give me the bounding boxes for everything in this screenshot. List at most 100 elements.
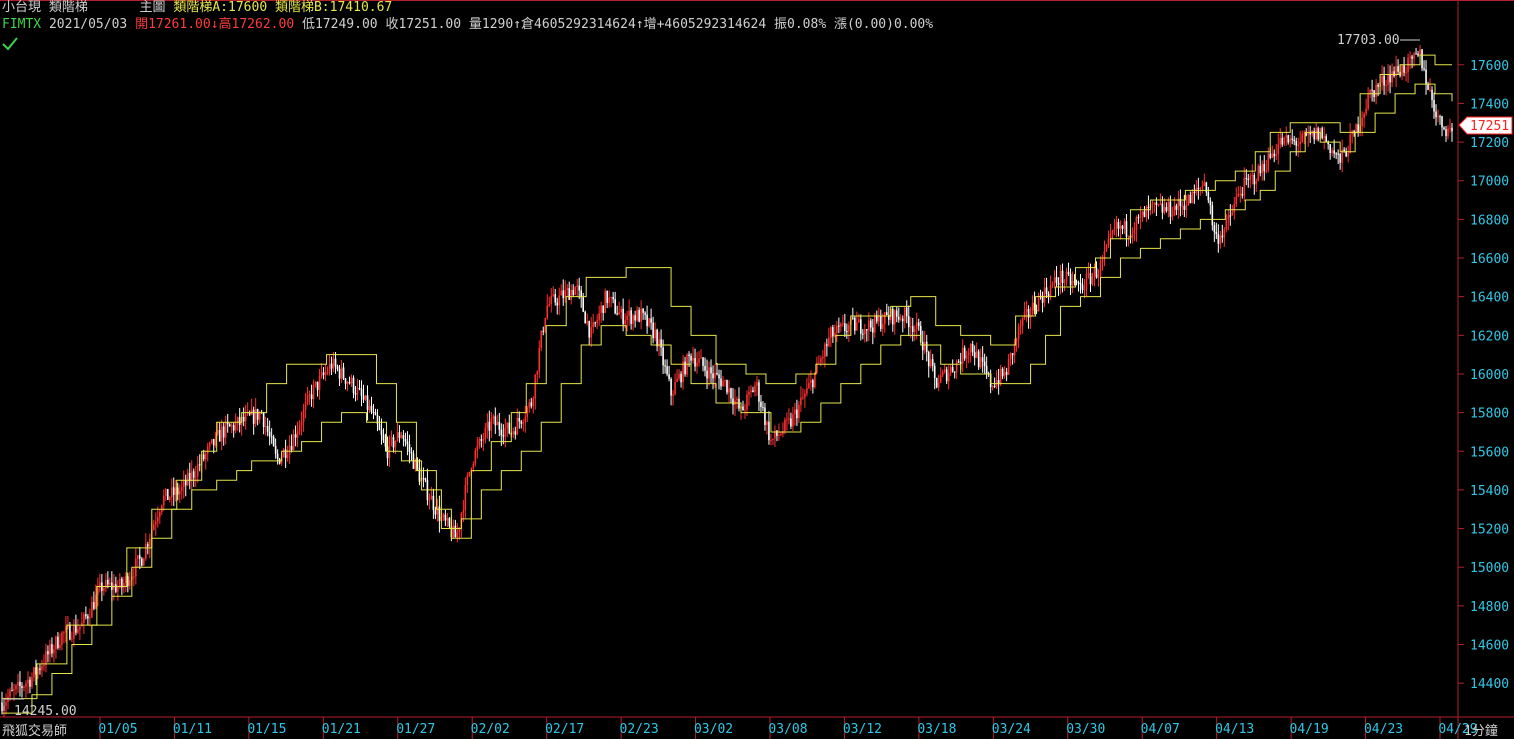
candle-body [921, 342, 924, 351]
candle-body [844, 323, 846, 332]
candle-body [744, 409, 746, 411]
candle-body [304, 402, 307, 410]
candle-body [1241, 193, 1244, 196]
candle-body [546, 305, 549, 318]
candle-body [478, 439, 481, 446]
candle-body [883, 312, 886, 325]
candle-body [1127, 235, 1130, 237]
candle-body [1315, 128, 1317, 140]
price-tick-label: 17200 [1470, 136, 1509, 151]
candle-body [967, 352, 970, 356]
candle-body [1091, 276, 1094, 285]
candle-body [532, 398, 535, 407]
candle-body [340, 367, 343, 379]
candle-body [951, 367, 954, 372]
candle-body [652, 322, 654, 339]
candle-body [494, 416, 497, 426]
candle-body [572, 289, 575, 295]
candle-body [1267, 153, 1270, 171]
candle-body [430, 495, 433, 500]
candle-body [1325, 136, 1327, 142]
candle-body [1153, 202, 1156, 204]
checkmark-icon[interactable] [2, 36, 18, 52]
candle-body [158, 511, 161, 518]
candle-body [266, 426, 269, 432]
candle-body [194, 476, 197, 478]
date-tick-label: 01/11 [173, 722, 212, 737]
candle-body [374, 412, 377, 416]
low-marker: 14245.00 [3, 698, 77, 719]
candle-body [977, 351, 980, 368]
candle-body [822, 356, 824, 359]
candle-body [51, 644, 53, 654]
candle-body [586, 321, 588, 324]
low-marker-label: 14245.00 [14, 704, 77, 719]
candle-body [1273, 153, 1276, 157]
candle-body [204, 453, 207, 460]
candle-body [308, 394, 311, 396]
candle-body [885, 312, 888, 316]
candle-body [768, 421, 770, 441]
candle-body [356, 387, 359, 395]
candle-body [1413, 53, 1415, 59]
candle-body [1141, 211, 1144, 216]
candle-body [1355, 124, 1357, 134]
candle-body [143, 558, 145, 566]
candle-body [512, 431, 515, 434]
candle-body [1371, 89, 1373, 91]
candle-body [442, 514, 445, 517]
candle-body [1009, 353, 1012, 359]
date-tick-label: 02/17 [545, 722, 584, 737]
candle-body [318, 376, 321, 390]
candle-body [1017, 326, 1020, 340]
candle-body [91, 602, 93, 618]
candle-body [302, 409, 305, 422]
candle-body [408, 444, 411, 452]
candle-body [1219, 235, 1222, 244]
candle-body [1391, 71, 1393, 83]
candle-body [482, 439, 485, 441]
candle-body [168, 497, 171, 500]
candle-body [720, 378, 722, 387]
candle-body [640, 308, 642, 322]
candle-body [145, 544, 147, 559]
candle-body [712, 373, 714, 379]
ladder-a-label: 類階梯A:17600 [173, 0, 268, 15]
candle-body [1193, 191, 1196, 194]
price-tick-label: 16000 [1470, 368, 1509, 383]
candle-body [666, 366, 668, 375]
candle-body [754, 385, 756, 393]
candle-body [702, 357, 704, 366]
candle-body [117, 586, 119, 592]
candle-body [1065, 271, 1068, 282]
candle-body [135, 559, 137, 577]
date-tick-label: 02/02 [471, 722, 510, 737]
candle-body [472, 463, 475, 469]
interval-selector[interactable]: 1分鐘 [1464, 720, 1498, 739]
candle-body [1139, 215, 1142, 218]
candle-body [294, 434, 297, 438]
candle-body [1059, 270, 1062, 285]
candle-body [350, 377, 353, 384]
date-tick-label: 02/23 [620, 722, 659, 737]
candle-body [1069, 273, 1072, 286]
candle-body [234, 422, 237, 431]
candle-body [724, 380, 726, 382]
candle-body [462, 510, 465, 514]
candle-body [1393, 71, 1395, 77]
candle-body [258, 412, 261, 420]
candle-body [1349, 134, 1351, 154]
candle-body [1299, 141, 1302, 145]
open-interest-value: 倉4605292314624 [521, 17, 636, 32]
candle-body [999, 368, 1002, 385]
candle-body [612, 297, 614, 300]
candle-body [206, 446, 209, 454]
candle-body [758, 382, 760, 402]
candle-body [1387, 75, 1389, 85]
candle-body [402, 435, 405, 440]
candle-body [276, 453, 279, 459]
candle-body [382, 434, 385, 441]
candle-body [1285, 135, 1288, 138]
candle-body [400, 435, 403, 438]
candle-body [129, 580, 131, 587]
